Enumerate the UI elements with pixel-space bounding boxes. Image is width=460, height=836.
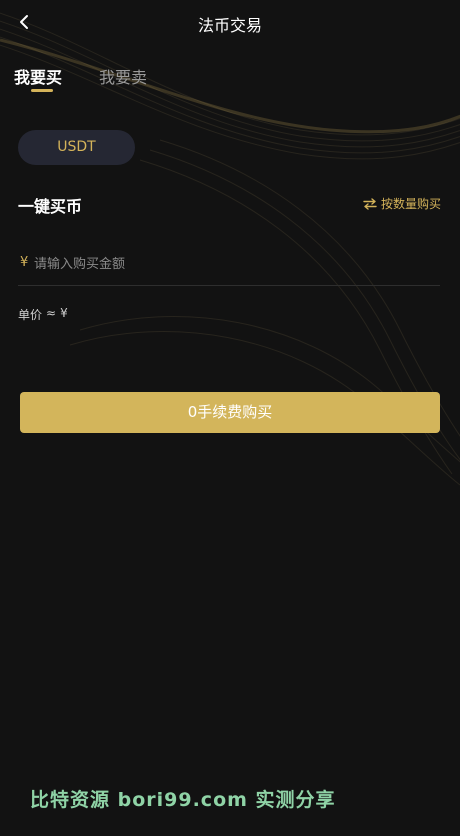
active-tab-indicator xyxy=(31,89,53,92)
yen-icon: ¥ xyxy=(20,255,29,270)
amount-input[interactable] xyxy=(34,251,434,277)
trade-tabs: 我要买 我要卖 xyxy=(0,64,460,104)
zero-fee-buy-button[interactable]: 0手续费购买 xyxy=(20,392,440,433)
approx-symbol: ≈ xyxy=(46,306,57,320)
tab-buy[interactable]: 我要买 xyxy=(14,64,62,88)
header-bar: 法币交易 xyxy=(0,0,460,46)
unit-price-row: 单价 ≈ ¥ xyxy=(18,306,72,323)
section-title: 一键买币 xyxy=(18,197,83,216)
watermark-text: 比特资源 bori99.com 实测分享 xyxy=(30,789,336,811)
buy-by-quantity-toggle[interactable]: 按数量购买 xyxy=(363,195,441,212)
swap-arrows-icon xyxy=(363,197,377,210)
unit-price-label: 单价 xyxy=(18,308,43,322)
tab-sell[interactable]: 我要卖 xyxy=(99,64,147,88)
buy-by-quantity-label: 按数量购买 xyxy=(381,197,442,211)
page-title: 法币交易 xyxy=(197,16,262,35)
amount-field-row: ¥ xyxy=(18,246,440,286)
unit-price-currency: ¥ xyxy=(60,306,68,320)
coin-selector-usdt[interactable]: USDT xyxy=(18,130,135,165)
